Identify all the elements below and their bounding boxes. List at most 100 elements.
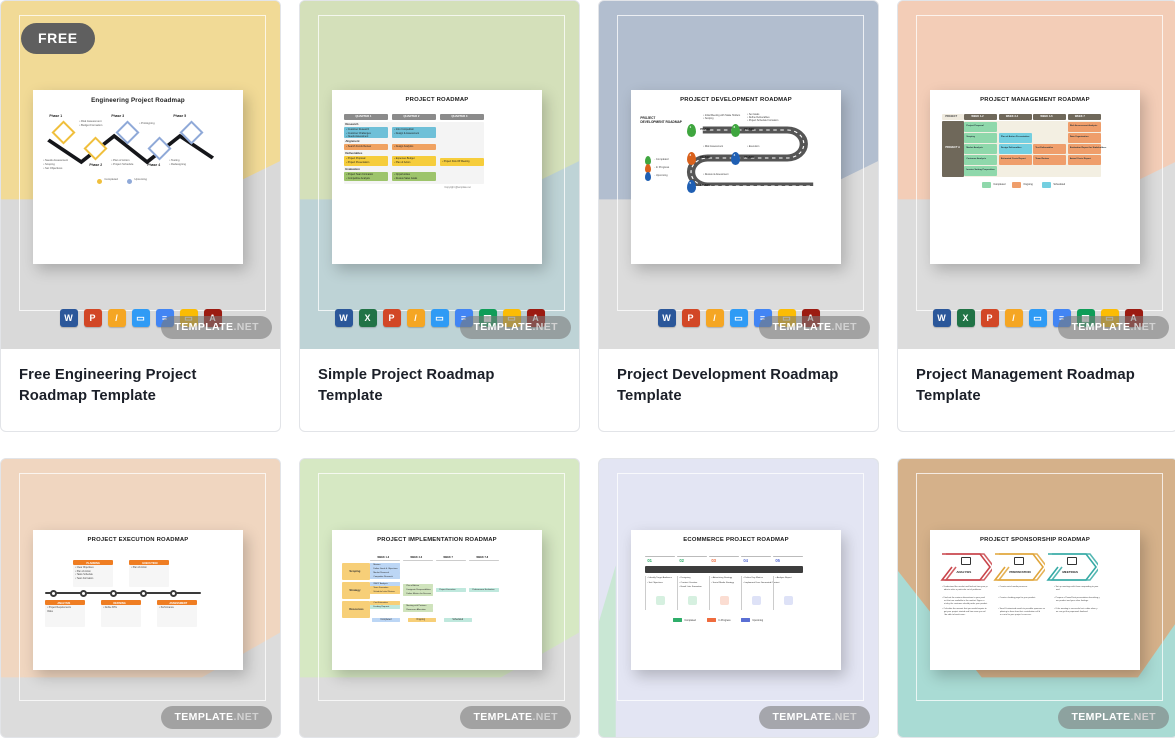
stage-glyph-icon [1014, 557, 1025, 566]
template-card-project-sponsorship-roadmap[interactable]: PROJECT SPONSORSHIP ROADMAP ANALYSIS PREPA… [897, 458, 1175, 738]
document-preview-title: PROJECT SPONSORSHIP ROADMAP [979, 537, 1090, 544]
stage-icon [688, 596, 698, 606]
template-card-ecommerce-project-roadmap[interactable]: ECOMMERCE PROJECT ROADMAP 01 02 03 04 05 • Ide… [598, 458, 879, 738]
template-card-project-implementation-roadmap[interactable]: PROJECT IMPLEMENTATION ROADMAP WEEK 1-3 WE… [299, 458, 580, 738]
template-card-title[interactable]: Project Management Roadmap Template [898, 349, 1175, 425]
template-card-free-engineering-project-roadmap[interactable]: FREE Engineering Project Roadmap Phase 1 Ph… [0, 0, 281, 432]
template-card-simple-project-roadmap[interactable]: PROJECT ROADMAP QUARTER 1 QUARTER 2 QUARTER… [299, 0, 580, 432]
stage-icon [656, 596, 666, 606]
template-net-watermark: TEMPLATE.NET [161, 706, 272, 729]
stage-glyph-icon [961, 557, 972, 566]
document-preview-title: PROJECT IMPLEMENTATION ROADMAP [377, 537, 497, 544]
template-thumbnail[interactable]: PROJECT SPONSORSHIP ROADMAP ANALYSIS PREPA… [898, 459, 1175, 737]
document-preview-body: 01 02 03 04 05 • Identify Target Audience • Se… [637, 546, 834, 666]
document-preview: PROJECT ROADMAP QUARTER 1 QUARTER 2 QUARTER… [332, 89, 542, 264]
watermark-brand: TEMPLATE [772, 321, 832, 333]
document-preview-body: WEEK 1-3 WEEK 4-6 WEEK 7 WEEK 7-8 Scoping Str… [338, 546, 535, 666]
template-net-watermark: TEMPLATE.NET [1058, 316, 1169, 339]
watermark-tld: .NET [233, 711, 259, 723]
document-preview-title: PROJECT EXECUTION ROADMAP [87, 537, 189, 544]
template-net-watermark: TEMPLATE.NET [460, 706, 571, 729]
document-preview: PROJECT SPONSORSHIP ROADMAP ANALYSIS PREPA… [930, 530, 1140, 671]
timeline-node [139, 589, 147, 597]
template-net-watermark: TEMPLATE.NET [460, 316, 571, 339]
watermark-brand: TEMPLATE [772, 711, 832, 723]
road-dashes [645, 569, 804, 583]
format-ms-word-icon[interactable]: W [657, 309, 676, 327]
format-apple-pages-icon[interactable]: / [1004, 309, 1023, 327]
document-preview-title: PROJECT ROADMAP [405, 96, 469, 103]
template-card-project-execution-roadmap[interactable]: PROJECT EXECUTION ROADMAP PLANNING EXECUTI… [0, 458, 281, 738]
stage-glyph-icon [1067, 557, 1078, 566]
watermark-tld: .NET [831, 711, 857, 723]
watermark-tld: .NET [1130, 711, 1156, 723]
format-ms-powerpoint-icon[interactable]: P [980, 309, 999, 327]
format-ms-excel-icon[interactable]: X [358, 309, 377, 327]
stage-icon [720, 596, 730, 606]
format-apple-pages-icon[interactable]: / [705, 309, 724, 327]
format-apple-keynote-icon[interactable]: ▭ [729, 309, 748, 327]
template-card-project-development-roadmap[interactable]: PROJECT DEVELOPMENT ROADMAP PROJECT DEVELO… [598, 0, 879, 432]
document-preview-body: ANALYSIS PREPARATION MEETINGS • Understand … [936, 546, 1133, 666]
template-card-grid: FREE Engineering Project Roadmap Phase 1 Ph… [0, 0, 1175, 738]
format-apple-keynote-icon[interactable]: ▭ [1028, 309, 1047, 327]
format-ms-word-icon[interactable]: W [932, 309, 951, 327]
document-preview: Engineering Project Roadmap Phase 1 Phase … [33, 89, 243, 264]
watermark-brand: TEMPLATE [174, 711, 234, 723]
document-preview: PROJECT DEVELOPMENT ROADMAP PROJECT DEVELO… [631, 89, 841, 264]
template-card-project-management-roadmap[interactable]: PROJECT MANAGEMENT ROADMAP PROJECT WEEK 1-… [897, 0, 1175, 432]
zigzag-line [39, 106, 236, 176]
document-preview: PROJECT IMPLEMENTATION ROADMAP WEEK 1-3 WE… [332, 530, 542, 671]
document-preview-title: PROJECT MANAGEMENT ROADMAP [980, 96, 1090, 103]
template-net-watermark: TEMPLATE.NET [759, 316, 870, 339]
document-preview-body: PLANNING EXECUTION • Clear Objectives • Pla… [39, 546, 236, 666]
document-preview: PROJECT MANAGEMENT ROADMAP PROJECT WEEK 1-… [930, 89, 1140, 264]
watermark-tld: .NET [532, 711, 558, 723]
format-apple-pages-icon[interactable]: / [406, 309, 425, 327]
document-preview-body: Phase 1 Phase 3 Phase 5 Phase 2 Phase 4 • Ris… [39, 106, 236, 260]
document-preview-body: PROJECT DEVELOPMENT ROADMAP 1 PHASE 2 PHASE 3 P… [637, 106, 834, 260]
document-preview-body: PROJECT WEEK 1-2 WEEK 3-4 WEEK 4-6 WEEK 7 PRO… [936, 106, 1133, 260]
template-net-watermark: TEMPLATE.NET [759, 706, 870, 729]
template-thumbnail[interactable]: PROJECT MANAGEMENT ROADMAP PROJECT WEEK 1-… [898, 1, 1175, 349]
watermark-tld: .NET [831, 321, 857, 333]
template-thumbnail[interactable]: PROJECT DEVELOPMENT ROADMAP PROJECT DEVELO… [599, 1, 878, 349]
format-apple-keynote-icon[interactable]: ▭ [430, 309, 449, 327]
watermark-tld: .NET [532, 321, 558, 333]
watermark-brand: TEMPLATE [1071, 711, 1131, 723]
template-thumbnail[interactable]: FREE Engineering Project Roadmap Phase 1 Ph… [1, 1, 280, 349]
stage-icon [784, 596, 794, 606]
template-thumbnail[interactable]: PROJECT EXECUTION ROADMAP PLANNING EXECUTI… [1, 459, 280, 737]
template-thumbnail[interactable]: ECOMMERCE PROJECT ROADMAP 01 02 03 04 05 • Ide… [599, 459, 878, 737]
template-card-title[interactable]: Free Engineering Project Roadmap Templat… [1, 349, 280, 425]
template-card-title[interactable]: Simple Project Roadmap Template [300, 349, 579, 425]
watermark-brand: TEMPLATE [1071, 321, 1131, 333]
watermark-tld: .NET [1130, 321, 1156, 333]
format-apple-keynote-icon[interactable]: ▭ [131, 309, 150, 327]
format-apple-pages-icon[interactable]: / [107, 309, 126, 327]
format-ms-excel-icon[interactable]: X [956, 309, 975, 327]
template-card-title[interactable]: Project Development Roadmap Template [599, 349, 878, 425]
document-preview: ECOMMERCE PROJECT ROADMAP 01 02 03 04 05 • Ide… [631, 530, 841, 671]
template-net-watermark: TEMPLATE.NET [161, 316, 272, 339]
free-badge: FREE [21, 23, 95, 54]
document-preview-title: Engineering Project Roadmap [91, 96, 185, 104]
document-preview-title: ECOMMERCE PROJECT ROADMAP [683, 537, 789, 544]
stage-icon [752, 596, 762, 606]
format-ms-word-icon[interactable]: W [59, 309, 78, 327]
format-ms-powerpoint-icon[interactable]: P [382, 309, 401, 327]
format-ms-word-icon[interactable]: W [334, 309, 353, 327]
timeline-node [109, 589, 117, 597]
watermark-brand: TEMPLATE [473, 711, 533, 723]
document-preview-title: PROJECT DEVELOPMENT ROADMAP [680, 96, 792, 103]
watermark-tld: .NET [233, 321, 259, 333]
timeline-node [79, 589, 87, 597]
document-preview-body: QUARTER 1 QUARTER 2 QUARTER 3 Research Align… [338, 106, 535, 260]
watermark-brand: TEMPLATE [174, 321, 234, 333]
template-net-watermark: TEMPLATE.NET [1058, 706, 1169, 729]
template-thumbnail[interactable]: PROJECT IMPLEMENTATION ROADMAP WEEK 1-3 WE… [300, 459, 579, 737]
template-thumbnail[interactable]: PROJECT ROADMAP QUARTER 1 QUARTER 2 QUARTER… [300, 1, 579, 349]
watermark-brand: TEMPLATE [473, 321, 533, 333]
format-ms-powerpoint-icon[interactable]: P [681, 309, 700, 327]
format-ms-powerpoint-icon[interactable]: P [83, 309, 102, 327]
